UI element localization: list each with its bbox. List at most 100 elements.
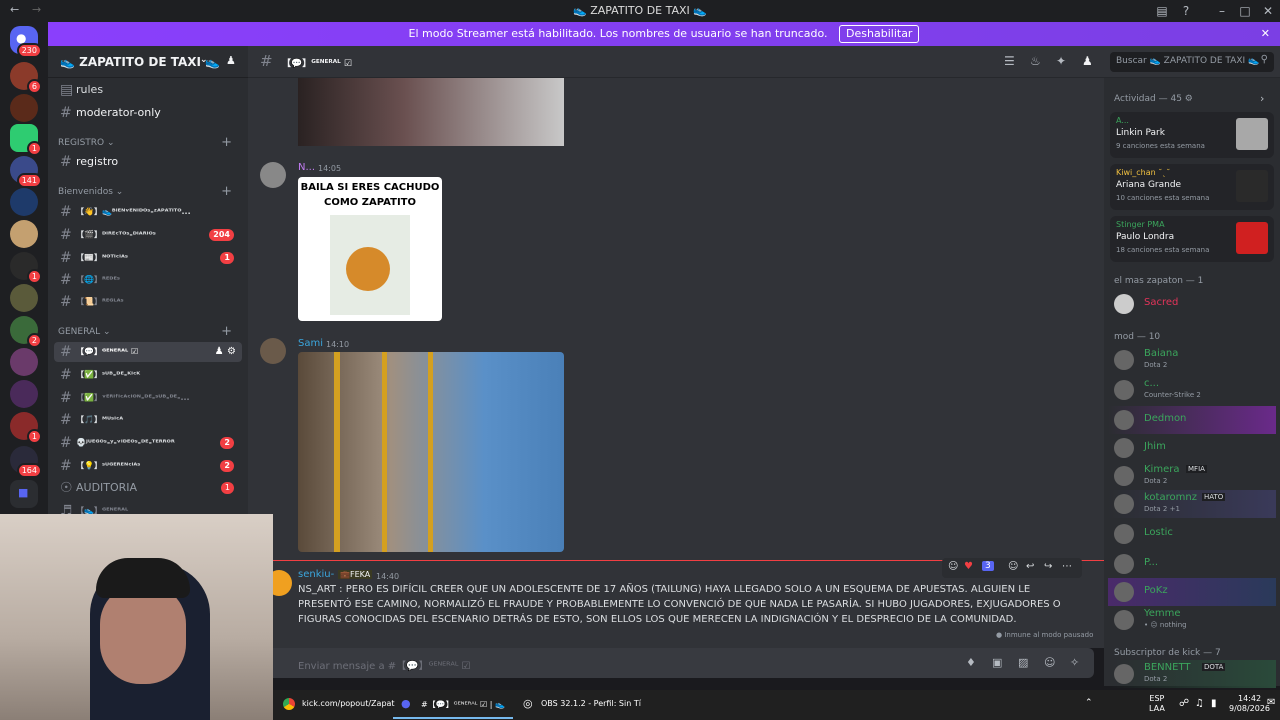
member-row[interactable]: Jhim: [1108, 434, 1276, 462]
channel-auditoria[interactable]: ☉ AUDITORIA 1: [54, 478, 242, 498]
taskbar-item-obs[interactable]: OBS 32.1.2 - Perfil: Sin Tí: [541, 699, 641, 708]
gif-icon[interactable]: ▣: [992, 656, 1002, 669]
add-reaction-icon[interactable]: ☺: [1008, 561, 1018, 572]
channel-sugerencias[interactable]: # 【💡】ˢᵁᴳᴱᴿᴱᴺᶜᴵᴬˢ 2: [54, 456, 242, 476]
apps-icon[interactable]: ✧: [1070, 656, 1079, 669]
taskbar-item-chrome[interactable]: kick.com/popout/Zapat: [302, 699, 395, 708]
server-icon[interactable]: [10, 348, 38, 376]
tray-chevron-icon[interactable]: ⌃: [1085, 698, 1093, 708]
member-row[interactable]: Lostic: [1108, 520, 1276, 548]
server-icon[interactable]: [10, 94, 38, 122]
activity-card[interactable]: Kiwi_chan ˘ˎ˘ Ariana Grande 10 canciones e…: [1110, 164, 1274, 210]
channel-moderator-only[interactable]: # moderator-only: [54, 103, 242, 123]
member-row[interactable]: Kimera MFIA Dota 2: [1108, 462, 1276, 490]
network-icon[interactable]: ☍: [1179, 698, 1189, 709]
member-row[interactable]: BENNETT DOTA Dota 2: [1108, 660, 1276, 688]
more-icon[interactable]: ⋯: [1062, 561, 1072, 572]
notification-icon[interactable]: ✉: [1267, 697, 1275, 708]
threads-icon[interactable]: ☰: [1004, 54, 1015, 68]
member-row[interactable]: kotaromnz HATO Dota 2 +1: [1108, 490, 1276, 518]
server-icon[interactable]: [10, 380, 38, 408]
add-member-icon[interactable]: ♟: [226, 54, 236, 67]
search-input[interactable]: Buscar 👟 ZAPATITO DE TAXI 👟 ⚲: [1110, 52, 1274, 72]
gif-attachment[interactable]: BAILA SI ERES CACHUDO COMO ZAPATITO: [298, 177, 442, 321]
close-window-icon[interactable]: ✕: [1259, 2, 1277, 20]
member-list-icon[interactable]: ♟: [1082, 54, 1093, 68]
member-row[interactable]: PoKz: [1108, 578, 1276, 606]
image-attachment[interactable]: [298, 352, 564, 552]
username[interactable]: N...: [298, 162, 315, 173]
channel-noticias[interactable]: # 【📰】ᴺᴼᵀᴵᶜᴵᴬˢ 1: [54, 248, 242, 268]
taskbar-item-discord[interactable]: #【💬】ᴳᴱᴺᴱᴿᴬᴸ ☑ | 👟 Z: [421, 699, 507, 710]
chevron-right-icon[interactable]: ›: [1260, 92, 1264, 105]
minimize-icon[interactable]: –: [1213, 2, 1231, 20]
server-icon[interactable]: [10, 220, 38, 248]
channel-sub-de-kick[interactable]: # 【✅】ˢᵁᴮ-ᴰᴱ-ᴷᴵᶜᴷ: [54, 365, 242, 385]
category-general[interactable]: GENERAL ⌄ +: [58, 324, 238, 339]
reply-icon[interactable]: ↩: [1026, 561, 1034, 572]
member-row[interactable]: c... Counter-Strike 2: [1108, 376, 1276, 404]
message-input[interactable]: Enviar mensaje a #【💬】ᴳᴱᴺᴱᴿᴬᴸ ☑ ♦ ▣ ▨ ☺ ✧: [258, 648, 1094, 678]
language-indicator[interactable]: ESP LAA: [1149, 694, 1165, 714]
obs-icon[interactable]: ◎: [523, 697, 533, 710]
category-registro[interactable]: REGISTRO ⌄ +: [58, 135, 238, 150]
home-button[interactable]: ● 230: [10, 26, 42, 58]
channel-bienvenidos[interactable]: # 【👋】👟ᴮᴵᴱᴺᵛᴱᴺᴵᴰᴼˢ-ᶻᴬᴾᴬᵀᴵᵀᴼ...: [54, 202, 242, 222]
avatar[interactable]: [260, 162, 286, 188]
username[interactable]: senkiu-: [298, 569, 334, 580]
member-row[interactable]: Sacred: [1108, 290, 1276, 318]
channel-juegos[interactable]: # 💀ᴶᵁᴱᴳᴼˢ-ʸ-ᵛᴵᴰᴱᴼˢ-ᴰᴱ-ᵀᴱᴿᴿᴼᴿ 2: [54, 433, 242, 453]
maximize-icon[interactable]: □: [1236, 2, 1254, 20]
member-row[interactable]: Baiana Dota 2: [1108, 346, 1276, 374]
category-bienvenidos[interactable]: Bienvenidos ⌄ +: [58, 184, 238, 199]
server-icon[interactable]: [10, 188, 38, 216]
previous-image[interactable]: [298, 78, 564, 146]
member-row[interactable]: Dedmon: [1108, 406, 1276, 434]
forward-icon[interactable]: ↪: [1044, 561, 1052, 572]
username[interactable]: Sami: [298, 338, 323, 349]
pin-icon[interactable]: ✦: [1056, 54, 1066, 68]
gift-icon[interactable]: ♦: [966, 656, 976, 669]
add-channel-icon[interactable]: +: [221, 184, 232, 199]
server-icon[interactable]: 1: [10, 412, 42, 444]
clock[interactable]: 14:42 9/08/2026: [1229, 694, 1270, 714]
inbox-icon[interactable]: ▤: [1153, 2, 1171, 20]
member-row[interactable]: P...: [1108, 550, 1276, 578]
add-channel-icon[interactable]: +: [221, 135, 232, 150]
emoji-icon[interactable]: ☺: [1044, 656, 1055, 669]
server-icon[interactable]: 2: [10, 316, 42, 348]
channel-redes[interactable]: # 【🌐】ᴿᴱᴰᴱˢ: [54, 270, 242, 290]
server-icon[interactable]: 1: [10, 252, 42, 284]
settings-icon[interactable]: ♟ ⚙: [215, 342, 236, 362]
channel-verificacion[interactable]: # 【✅】ᵛᴱᴿᴵᶠᴵᶜᴬᶜᴵᴼᴺ-ᴰᴱ-ˢᵁᴮ-ᴰᴱ-...: [54, 388, 242, 408]
channel-reglas[interactable]: # 【📜】ᴿᴱᴳᴸᴬˢ: [54, 292, 242, 312]
chrome-icon[interactable]: [283, 698, 295, 710]
server-header[interactable]: 👟 ZAPATITO DE TAXI 👟 ⌄ ♟: [48, 46, 248, 78]
help-icon[interactable]: ?: [1177, 2, 1195, 20]
activity-card[interactable]: Stinger PMA Paulo Londra 18 canciones esta…: [1110, 216, 1274, 262]
channel-directos-diarios[interactable]: # 【🎬】ᴰᴵᴿᴱᶜᵀᴼˢ-ᴰᴵᴬᴿᴵᴼˢ 204: [54, 225, 242, 245]
bell-icon[interactable]: ♨: [1030, 54, 1041, 68]
channel-rules[interactable]: ▤ rules: [54, 80, 242, 100]
channel-registro[interactable]: # registro: [54, 152, 242, 172]
channel-musica[interactable]: # 【🎵】ᴹᵁˢᴵᶜᴬ: [54, 410, 242, 430]
avatar[interactable]: [260, 338, 286, 364]
server-icon[interactable]: 141: [10, 156, 42, 188]
activity-card[interactable]: A... Linkin Park 9 canciones esta semana: [1110, 112, 1274, 158]
server-icon[interactable]: 164: [10, 446, 42, 478]
battery-icon[interactable]: ▮: [1211, 698, 1217, 709]
reaction-count[interactable]: 3: [982, 561, 994, 571]
server-icon[interactable]: [10, 284, 38, 312]
kick-server-icon[interactable]: 1: [10, 124, 42, 156]
reaction-icon[interactable]: ♥: [964, 561, 973, 572]
member-row[interactable]: Yemme • 😐 nothing: [1108, 606, 1276, 634]
disable-button[interactable]: Deshabilitar: [839, 25, 920, 43]
discord-icon[interactable]: ●: [401, 697, 411, 710]
reaction-icon[interactable]: ☺: [948, 561, 958, 572]
add-channel-icon[interactable]: +: [221, 324, 232, 339]
server-icon[interactable]: 6: [10, 62, 42, 94]
close-icon[interactable]: ✕: [1261, 22, 1270, 46]
sticker-icon[interactable]: ▨: [1018, 656, 1028, 669]
channel-general[interactable]: # 【💬】ᴳᴱᴺᴱᴿᴬᴸ ☑ ♟ ⚙: [54, 342, 242, 362]
folder-icon[interactable]: ■: [10, 480, 38, 508]
